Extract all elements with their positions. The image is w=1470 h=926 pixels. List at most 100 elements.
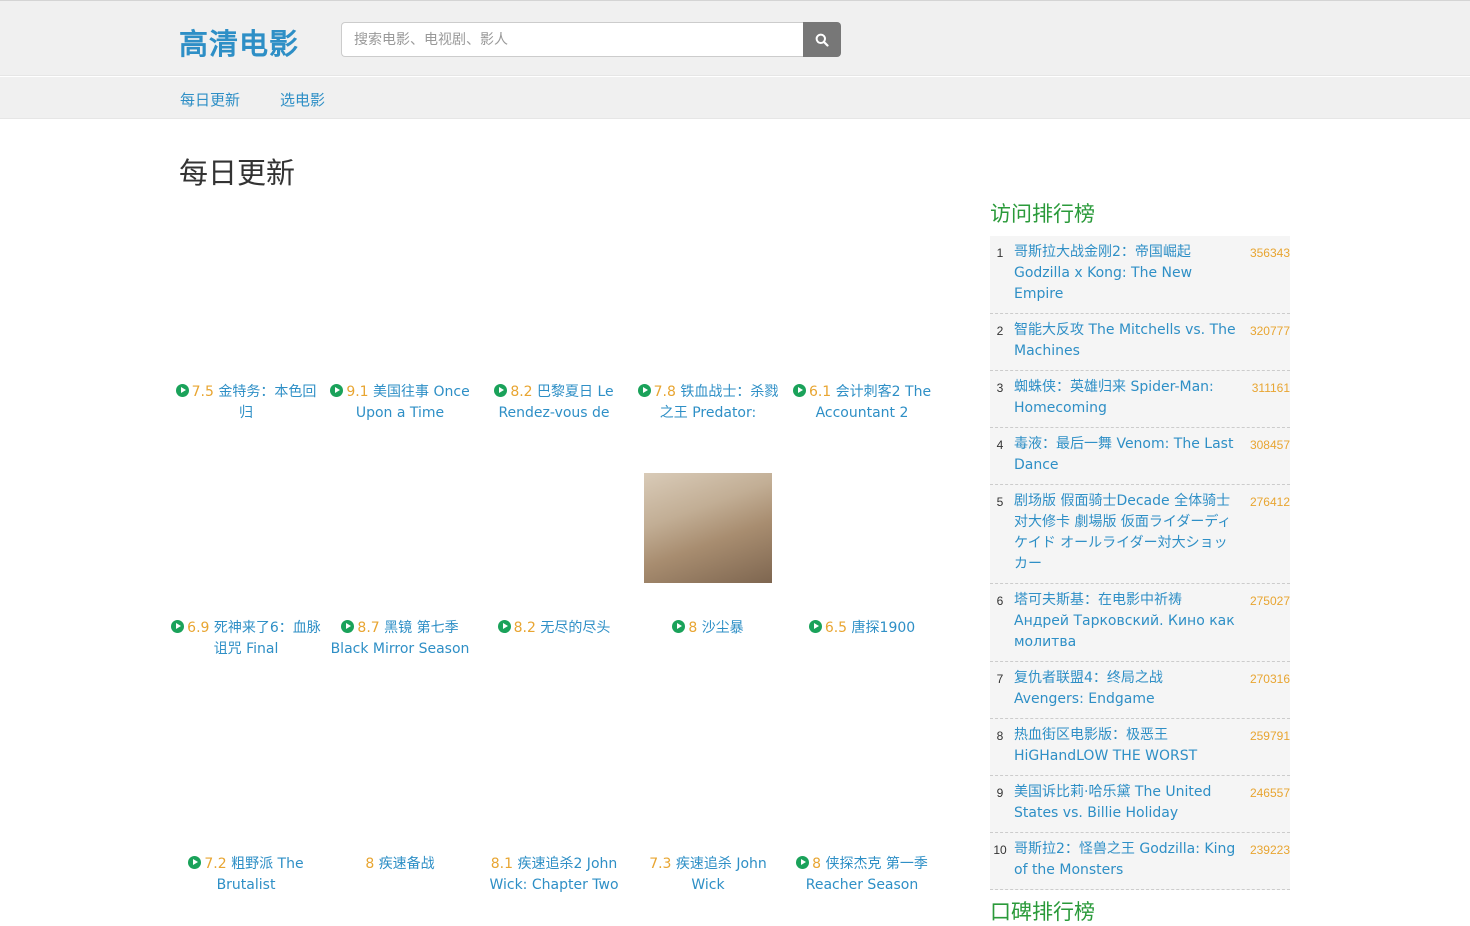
movie-title[interactable]: 铁血战士：杀戮之王 Predator: bbox=[660, 384, 779, 421]
movie-card[interactable]: 7.8 铁血战士：杀戮之王 Predator: bbox=[631, 200, 785, 436]
movie-caption[interactable]: 7.3 疾速追杀 John Wick bbox=[631, 854, 785, 896]
movie-card[interactable]: 8.7 黑镜 第七季 Black Mirror Season bbox=[323, 436, 477, 672]
movie-poster[interactable] bbox=[336, 200, 464, 378]
movie-card[interactable]: 8 沙尘暴 bbox=[631, 436, 785, 672]
ranking-item[interactable]: 9 美国诉比莉·哈乐黛 The United States vs. Billie … bbox=[990, 776, 1290, 833]
ranking-title-link[interactable]: 智能大反攻 The Mitchells vs. The Machines bbox=[1014, 320, 1236, 362]
movie-caption[interactable]: 9.1 美国往事 Once Upon a Time bbox=[323, 382, 477, 424]
nav-choose-movie[interactable]: 选电影 bbox=[280, 89, 325, 110]
movie-card[interactable]: 7.3 疾速追杀 John Wick bbox=[631, 672, 785, 908]
page-title: 每日更新 bbox=[179, 156, 296, 190]
movie-caption[interactable]: 8.2 巴黎夏日 Le Rendez-vous de bbox=[477, 382, 631, 424]
play-icon bbox=[494, 384, 508, 397]
movie-title[interactable]: 沙尘暴 bbox=[702, 620, 744, 636]
ranking-title-link[interactable]: 美国诉比莉·哈乐黛 The United States vs. Billie H… bbox=[1014, 782, 1236, 824]
site-logo[interactable]: 高清电影 bbox=[179, 21, 299, 63]
movie-poster[interactable] bbox=[644, 672, 772, 850]
movie-poster[interactable] bbox=[490, 672, 618, 850]
movie-title[interactable]: 金特务：本色回归 bbox=[218, 384, 316, 421]
movie-poster[interactable] bbox=[798, 436, 926, 614]
movie-title[interactable]: 死神来了6：血脉诅咒 Final bbox=[214, 620, 321, 657]
ranking-title-link[interactable]: 热血街区电影版：极恶王 HiGHandLOW THE WORST bbox=[1014, 725, 1236, 767]
ranking-title-link[interactable]: 哥斯拉2：怪兽之王 Godzilla: King of the Monsters bbox=[1014, 839, 1236, 881]
movie-poster[interactable] bbox=[644, 200, 772, 378]
movie-card[interactable]: 6.5 唐探1900 bbox=[785, 436, 939, 672]
movie-caption[interactable]: 8 侠探杰克 第一季 Reacher Season bbox=[785, 854, 939, 896]
ranking-number: 9 bbox=[996, 786, 1004, 800]
ranking-item[interactable]: 8 热血街区电影版：极恶王 HiGHandLOW THE WORST 259791 bbox=[990, 719, 1290, 776]
movie-card[interactable]: 8.2 巴黎夏日 Le Rendez-vous de bbox=[477, 200, 631, 436]
play-icon bbox=[796, 856, 810, 869]
movie-caption[interactable]: 8.1 疾速追杀2 John Wick: Chapter Two bbox=[477, 854, 631, 896]
movie-poster[interactable] bbox=[490, 200, 618, 378]
movie-card[interactable]: 8 侠探杰克 第一季 Reacher Season bbox=[785, 672, 939, 908]
movie-card[interactable]: 8 疾速备战 bbox=[323, 672, 477, 908]
search-input[interactable] bbox=[341, 22, 803, 57]
ranking-title-link[interactable]: 复仇者联盟4：终局之战 Avengers: Endgame bbox=[1014, 668, 1236, 710]
ranking-item[interactable]: 4 毒液：最后一舞 Venom: The Last Dance 308457 bbox=[990, 428, 1290, 485]
search-button[interactable] bbox=[803, 22, 841, 57]
movie-poster[interactable] bbox=[644, 473, 772, 583]
ranking-title-link[interactable]: 毒液：最后一舞 Venom: The Last Dance bbox=[1014, 434, 1236, 476]
ranking-item[interactable]: 3 蜘蛛侠：英雄归来 Spider-Man: Homecoming 311161 bbox=[990, 371, 1290, 428]
movie-score: 8.7 bbox=[357, 620, 380, 636]
ranking-title-link[interactable]: 塔可夫斯基：在电影中祈祷 Андрей Тарковский. Кино как… bbox=[1014, 590, 1236, 653]
movie-poster[interactable] bbox=[336, 672, 464, 850]
movie-caption[interactable]: 7.8 铁血战士：杀戮之王 Predator: bbox=[631, 382, 785, 424]
movie-caption[interactable]: 7.2 粗野派 The Brutalist bbox=[169, 854, 323, 896]
movie-poster[interactable] bbox=[798, 200, 926, 378]
movie-caption[interactable]: 8.2 无尽的尽头 bbox=[477, 618, 631, 660]
nav-daily-updates[interactable]: 每日更新 bbox=[180, 89, 240, 110]
movie-title[interactable]: 唐探1900 bbox=[852, 620, 916, 636]
movie-caption[interactable]: 8 沙尘暴 bbox=[631, 618, 785, 660]
play-icon bbox=[497, 620, 511, 633]
movie-card[interactable]: 7.2 粗野派 The Brutalist bbox=[169, 672, 323, 908]
movie-title[interactable]: 侠探杰克 第一季 Reacher Season bbox=[806, 856, 928, 893]
movie-title[interactable]: 会计刺客2 The Accountant 2 bbox=[816, 384, 931, 421]
movie-card[interactable]: 9.1 美国往事 Once Upon a Time bbox=[323, 200, 477, 436]
ranking-title-link[interactable]: 剧场版 假面骑士Decade 全体骑士对大修卡 劇場版 仮面ライダーディケイド … bbox=[1014, 491, 1236, 575]
movie-title[interactable]: 疾速追杀 John Wick bbox=[676, 856, 767, 893]
play-icon bbox=[672, 620, 686, 633]
ranking-item[interactable]: 10 哥斯拉2：怪兽之王 Godzilla: King of the Monste… bbox=[990, 833, 1290, 890]
ranking-number: 4 bbox=[996, 438, 1004, 452]
ranking-number: 3 bbox=[996, 381, 1004, 395]
movie-card[interactable]: 6.9 死神来了6：血脉诅咒 Final bbox=[169, 436, 323, 672]
movie-caption[interactable]: 8.7 黑镜 第七季 Black Mirror Season bbox=[323, 618, 477, 660]
ranking-item[interactable]: 7 复仇者联盟4：终局之战 Avengers: Endgame 270316 bbox=[990, 662, 1290, 719]
movie-poster[interactable] bbox=[490, 436, 618, 614]
movie-card[interactable]: 7.5 金特务：本色回归 bbox=[169, 200, 323, 436]
movie-card[interactable]: 8.1 疾速追杀2 John Wick: Chapter Two bbox=[477, 672, 631, 908]
ranking-number: 6 bbox=[996, 594, 1004, 608]
movie-poster[interactable] bbox=[336, 436, 464, 614]
movie-title[interactable]: 美国往事 Once Upon a Time bbox=[356, 384, 470, 421]
movie-poster[interactable] bbox=[798, 672, 926, 850]
ranking-title-link[interactable]: 哥斯拉大战金刚2：帝国崛起 Godzilla x Kong: The New E… bbox=[1014, 242, 1236, 305]
movie-caption[interactable]: 8 疾速备战 bbox=[323, 854, 477, 896]
movie-title[interactable]: 粗野派 The Brutalist bbox=[217, 856, 304, 893]
movie-score: 7.8 bbox=[653, 384, 676, 400]
movie-title[interactable]: 疾速备战 bbox=[379, 856, 435, 872]
ranking-item[interactable]: 5 剧场版 假面骑士Decade 全体骑士对大修卡 劇場版 仮面ライダーディケイド… bbox=[990, 485, 1290, 584]
ranking-item[interactable]: 1 哥斯拉大战金刚2：帝国崛起 Godzilla x Kong: The New … bbox=[990, 236, 1290, 314]
movie-poster[interactable] bbox=[182, 672, 310, 850]
movie-card[interactable]: 8.2 无尽的尽头 bbox=[477, 436, 631, 672]
movie-caption[interactable]: 6.9 死神来了6：血脉诅咒 Final bbox=[169, 618, 323, 660]
ranking-view-count: 270316 bbox=[1249, 672, 1290, 686]
movie-caption[interactable]: 6.1 会计刺客2 The Accountant 2 bbox=[785, 382, 939, 424]
ranking-number: 1 bbox=[996, 246, 1004, 260]
ranking-item[interactable]: 2 智能大反攻 The Mitchells vs. The Machines 320… bbox=[990, 314, 1290, 371]
movie-poster[interactable] bbox=[182, 200, 310, 378]
movie-caption[interactable]: 7.5 金特务：本色回归 bbox=[169, 382, 323, 424]
movie-score: 6.5 bbox=[824, 620, 848, 636]
play-icon bbox=[792, 384, 806, 397]
ranking-item[interactable]: 6 塔可夫斯基：在电影中祈祷 Андрей Тарковский. Кино ка… bbox=[990, 584, 1290, 662]
movie-title[interactable]: 无尽的尽头 bbox=[540, 620, 610, 636]
ranking-view-count: 320777 bbox=[1249, 324, 1290, 338]
movie-card[interactable]: 6.1 会计刺客2 The Accountant 2 bbox=[785, 200, 939, 436]
movie-caption[interactable]: 6.5 唐探1900 bbox=[785, 618, 939, 660]
ranking-title-link[interactable]: 蜘蛛侠：英雄归来 Spider-Man: Homecoming bbox=[1014, 377, 1236, 419]
movie-poster[interactable] bbox=[182, 436, 310, 614]
ranking-number: 8 bbox=[996, 729, 1004, 743]
ranking-number: 2 bbox=[996, 324, 1004, 338]
